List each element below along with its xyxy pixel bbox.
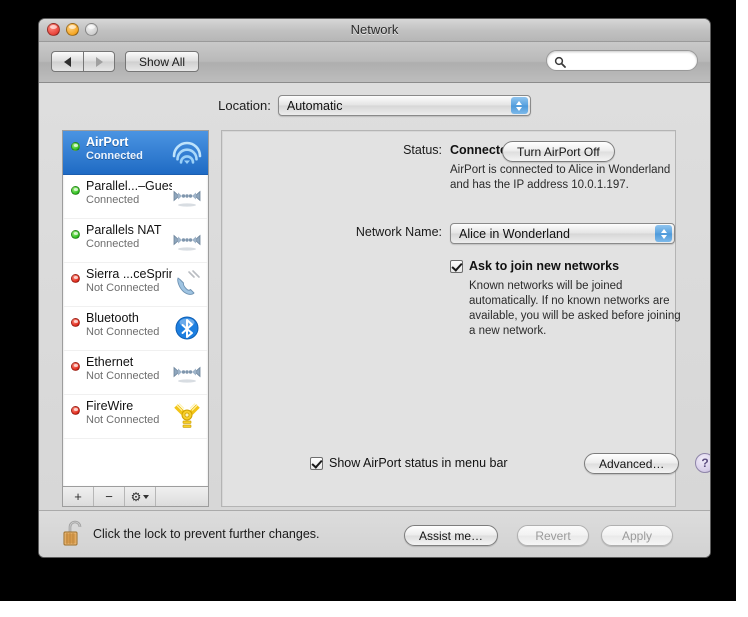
status-indicator-red	[71, 362, 80, 371]
service-actions-button[interactable]: ⚙	[125, 487, 156, 506]
back-button[interactable]	[51, 51, 83, 72]
gear-icon: ⚙	[130, 489, 142, 504]
service-list-item[interactable]: Parallels NAT Connected	[63, 219, 208, 263]
service-state: Not Connected	[86, 370, 160, 382]
chevron-down-icon	[143, 494, 150, 499]
ethernet-icon	[172, 357, 202, 387]
location-label: Location:	[218, 98, 271, 113]
service-list-item[interactable]: Ethernet Not Connected	[63, 351, 208, 395]
apply-button[interactable]: Apply	[601, 525, 673, 546]
window-title: Network	[350, 22, 399, 37]
unlocked-padlock-icon[interactable]	[61, 519, 89, 549]
ask-to-join-description: Known networks will be joined automatica…	[469, 280, 681, 337]
status-indicator-green	[71, 142, 80, 151]
remove-service-button[interactable]: −	[94, 487, 125, 506]
forward-button[interactable]	[83, 51, 115, 72]
status-indicator-red	[71, 274, 80, 283]
add-service-button[interactable]: +	[63, 487, 94, 506]
stepper-arrows-icon	[655, 225, 672, 242]
service-text: FireWire Not Connected	[86, 399, 172, 427]
service-name: Parallel...–Guest	[86, 179, 172, 193]
revert-button[interactable]: Revert	[517, 525, 589, 546]
service-list-item[interactable]: FireWire Not Connected	[63, 395, 208, 439]
preferences-toolbar: Show All	[39, 42, 710, 83]
status-indicator-red	[71, 406, 80, 415]
network-name-dropdown[interactable]: Alice in Wonderland	[450, 223, 675, 244]
stepper-arrows-icon	[510, 97, 528, 114]
network-name-value: Alice in Wonderland	[459, 226, 570, 241]
assist-me-button[interactable]: Assist me…	[404, 525, 499, 546]
network-preferences-window: Network Show All Location: Automatic Air…	[38, 18, 711, 558]
ethernet-icon	[172, 225, 202, 255]
service-list-toolbar: + − ⚙	[62, 487, 209, 507]
service-list-item[interactable]: AirPort Connected	[63, 131, 208, 175]
location-dropdown[interactable]: Automatic	[277, 95, 531, 116]
status-indicator-green	[71, 230, 80, 239]
window-body: Location: Automatic AirPort Connected Para…	[39, 83, 710, 557]
location-value: Automatic	[286, 98, 343, 113]
status-indicator-green	[71, 186, 80, 195]
service-state: Not Connected	[86, 326, 160, 338]
search-input[interactable]	[570, 52, 684, 69]
service-list-item[interactable]: Bluetooth Not Connected	[63, 307, 208, 351]
firewire-icon	[172, 401, 202, 431]
toolbar-filler	[156, 487, 208, 506]
network-name-label: Network Name:	[355, 225, 442, 239]
status-indicator-red	[71, 318, 80, 327]
status-description: AirPort is connected to Alice in Wonderl…	[450, 164, 671, 191]
service-state: Not Connected	[86, 414, 160, 426]
search-field[interactable]	[546, 50, 698, 71]
service-name: Parallels NAT	[86, 223, 162, 237]
service-text: AirPort Connected	[86, 135, 172, 163]
bluetooth-icon	[172, 313, 202, 343]
service-name: Bluetooth	[86, 311, 139, 325]
service-list[interactable]: AirPort Connected Parallel...–Guest Connect…	[62, 130, 209, 487]
service-state: Connected	[86, 194, 140, 206]
service-name: FireWire	[86, 399, 134, 413]
help-button[interactable]: ?	[695, 453, 710, 473]
screenshot-root: Network Show All Location: Automatic Air…	[0, 0, 748, 617]
service-text: Sierra ...ceSprint Not Connected	[86, 267, 172, 295]
service-state: Not Connected	[86, 282, 160, 294]
service-text: Bluetooth Not Connected	[86, 311, 172, 339]
service-text: Ethernet Not Connected	[86, 355, 172, 383]
show-status-checkbox-row[interactable]: Show AirPort status in menu bar	[310, 456, 508, 470]
service-state: Connected	[86, 150, 143, 162]
ask-to-join-label: Ask to join new networks	[469, 259, 620, 273]
ask-to-join-checkbox[interactable]	[450, 259, 463, 273]
lock-hint-text: Click the lock to prevent further change…	[93, 527, 320, 541]
service-name: Ethernet	[86, 355, 134, 369]
service-name: Sierra ...ceSprint	[86, 267, 172, 281]
modem-phone-icon	[172, 269, 202, 299]
turn-airport-off-button[interactable]: Turn AirPort Off	[502, 141, 615, 162]
show-status-checkbox[interactable]	[310, 456, 323, 470]
airport-wifi-icon	[172, 137, 202, 167]
status-label: Status:	[403, 143, 442, 157]
service-name: AirPort	[86, 135, 129, 149]
search-icon	[554, 55, 566, 68]
chevron-right-icon	[95, 56, 103, 67]
service-list-item[interactable]: Parallel...–Guest Connected	[63, 175, 208, 219]
ethernet-icon	[172, 181, 202, 211]
show-all-button[interactable]: Show All	[125, 51, 200, 72]
advanced-button[interactable]: Advanced…	[584, 453, 680, 474]
show-status-label: Show AirPort status in menu bar	[329, 456, 508, 470]
service-text: Parallel...–Guest Connected	[86, 179, 172, 207]
window-footer: Click the lock to prevent further change…	[39, 510, 710, 557]
location-row: Location: Automatic	[39, 95, 710, 116]
service-state: Connected	[86, 238, 140, 250]
service-text: Parallels NAT Connected	[86, 223, 172, 251]
chevron-left-icon	[64, 56, 71, 67]
service-list-item[interactable]: Sierra ...ceSprint Not Connected	[63, 263, 208, 307]
window-titlebar[interactable]: Network	[39, 19, 710, 42]
airport-detail-pane: Status: Connected Turn AirPort Off AirPo…	[221, 130, 710, 507]
navigation-buttons	[51, 51, 115, 72]
ask-to-join-checkbox-row[interactable]: Ask to join new networks	[450, 259, 619, 273]
